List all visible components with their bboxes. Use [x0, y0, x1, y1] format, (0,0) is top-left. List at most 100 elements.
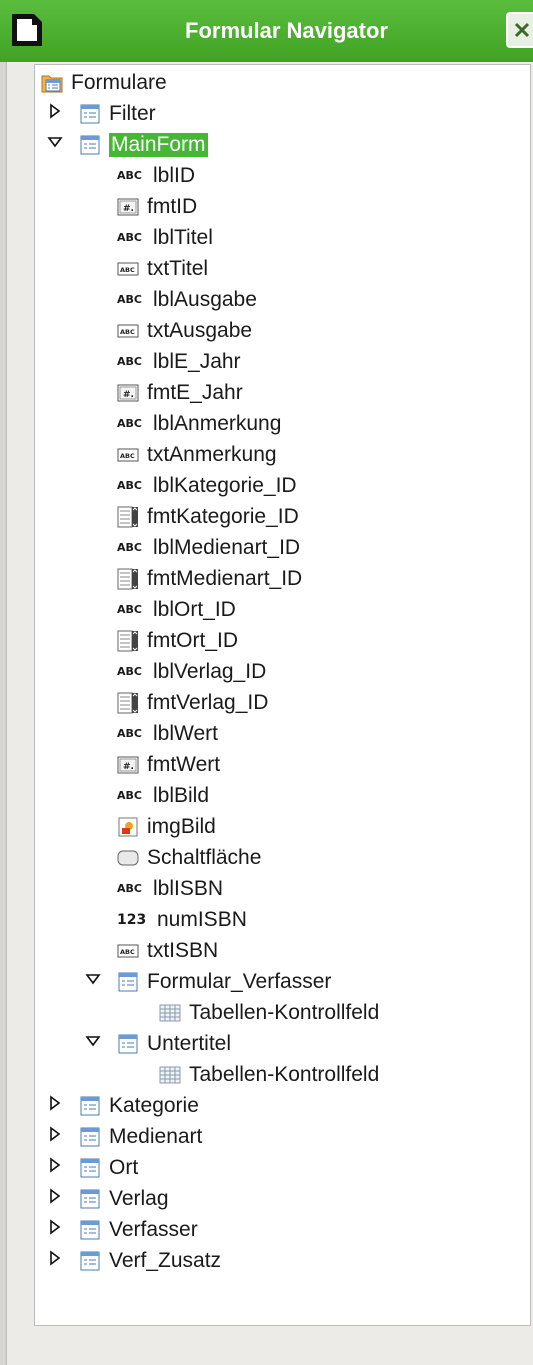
tree-item-label: Schaltfläche — [147, 845, 262, 869]
expand-arrow-icon[interactable] — [47, 1250, 63, 1266]
navigator-tree[interactable]: Formulare Filter MainForm ABC lblID #. fmtI… — [34, 64, 531, 1326]
window-left-edge — [0, 62, 7, 1365]
tree-item-subform[interactable]: Formular_Verfasser — [117, 966, 331, 997]
label-abc-icon: ABC — [117, 540, 142, 554]
label-abc-icon: ABC — [117, 292, 142, 306]
tree-item-control[interactable]: fmtKategorie_ID — [117, 501, 299, 532]
label-abc-icon: ABC — [117, 416, 142, 430]
formatted-field-icon: #. — [117, 756, 139, 773]
window-title: Formular Navigator — [185, 18, 388, 43]
tree-item-label: Medienart — [109, 1124, 203, 1148]
svg-text:ABC: ABC — [120, 452, 135, 460]
expand-arrow-icon[interactable] — [47, 1126, 63, 1142]
tree-item-control[interactable]: ABC txtAusgabe — [117, 315, 252, 346]
tree-item-control[interactable]: #. fmtE_Jahr — [117, 377, 243, 408]
svg-text:#.: #. — [123, 390, 134, 400]
tree-item-label: Verfasser — [109, 1217, 198, 1241]
form-icon — [80, 1158, 100, 1177]
tree-item-label: lblAnmerkung — [153, 411, 282, 435]
tree-item-table-control[interactable]: Tabellen-Kontrollfeld — [159, 997, 379, 1028]
tree-item-control[interactable]: ABC lblVerlag_ID — [117, 656, 266, 687]
form-icon — [80, 1220, 100, 1239]
form-icon — [80, 135, 100, 154]
tree-item-control[interactable]: ABC lblMedienart_ID — [117, 532, 300, 563]
tree-item-label: numISBN — [157, 907, 247, 931]
tree-item-label: fmtKategorie_ID — [147, 504, 299, 528]
label-abc-icon: ABC — [117, 478, 142, 492]
label-abc-icon: ABC — [117, 664, 142, 678]
tree-item-control[interactable]: 123 numISBN — [117, 904, 247, 935]
tree-item-label: fmtID — [147, 194, 198, 218]
label-abc-icon: ABC — [117, 168, 142, 182]
tree-item-control[interactable]: ABC txtISBN — [117, 935, 218, 966]
text-box-icon: ABC — [117, 262, 139, 275]
label-abc-icon: ABC — [117, 230, 142, 244]
tree-item-label: Verf_Zusatz — [109, 1248, 222, 1272]
collapse-arrow-icon[interactable] — [85, 1033, 101, 1049]
expand-arrow-icon[interactable] — [47, 1219, 63, 1235]
collapse-arrow-icon[interactable] — [47, 134, 63, 150]
list-box-icon — [117, 506, 138, 527]
table-control-icon — [159, 1004, 181, 1021]
tree-item-control[interactable]: #. fmtWert — [117, 749, 220, 780]
tree-root-formulare[interactable]: Formulare — [41, 67, 167, 98]
form-navigator-window: Formular Navigator Formulare Filter Main… — [0, 0, 533, 1365]
expand-arrow-icon[interactable] — [47, 1095, 63, 1111]
svg-text:#.: #. — [123, 204, 134, 214]
tree-item-label: lblVerlag_ID — [153, 659, 267, 683]
list-box-icon — [117, 630, 138, 651]
tree-item-control[interactable]: Schaltfläche — [117, 842, 261, 873]
tree-item-control[interactable]: ABC txtTitel — [117, 253, 208, 284]
close-icon — [514, 22, 530, 38]
tree-item-label: lblTitel — [153, 225, 213, 249]
tree-item-control[interactable]: ABC lblISBN — [117, 873, 223, 904]
tree-item-control[interactable]: ABC lblOrt_ID — [117, 594, 236, 625]
tree-item-control[interactable]: ABC lblAusgabe — [117, 284, 257, 315]
list-box-icon — [117, 568, 138, 589]
tree-item-subform[interactable]: Untertitel — [117, 1028, 231, 1059]
tree-item-control[interactable]: ABC lblWert — [117, 718, 218, 749]
tree-item-form[interactable]: Verf_Zusatz — [79, 1245, 221, 1276]
text-box-icon: ABC — [117, 324, 139, 337]
tree-item-control[interactable]: ABC lblTitel — [117, 222, 213, 253]
tree-item-control[interactable]: #. fmtID — [117, 191, 197, 222]
expand-arrow-icon[interactable] — [47, 1157, 63, 1173]
tree-item-control[interactable]: imgBild — [117, 811, 216, 842]
tree-item-control[interactable]: ABC txtAnmerkung — [117, 439, 277, 470]
close-button[interactable] — [506, 12, 533, 48]
tree-item-mainform[interactable]: MainForm — [79, 129, 208, 160]
tree-item-form[interactable]: Verfasser — [79, 1214, 198, 1245]
numeric-field-icon: 123 — [117, 911, 147, 928]
tree-item-form[interactable]: Verlag — [79, 1183, 169, 1214]
tree-item-label: lblMedienart_ID — [153, 535, 301, 559]
title-bar[interactable]: Formular Navigator — [0, 0, 533, 62]
label-abc-icon: ABC — [117, 788, 142, 802]
svg-text:ABC: ABC — [120, 328, 135, 336]
tree-item-form[interactable]: Kategorie — [79, 1090, 199, 1121]
tree-item-label: Verlag — [109, 1186, 169, 1210]
collapse-arrow-icon[interactable] — [85, 971, 101, 987]
tree-item-form[interactable]: Ort — [79, 1152, 138, 1183]
tree-item-control[interactable]: ABC lblBild — [117, 780, 209, 811]
tree-item-control[interactable]: ABC lblKategorie_ID — [117, 470, 297, 501]
tree-item-control[interactable]: ABC lblID — [117, 160, 195, 191]
expand-arrow-icon[interactable] — [47, 103, 63, 119]
image-control-icon — [118, 817, 138, 836]
label-abc-icon: ABC — [117, 354, 142, 368]
tree-item-control[interactable]: fmtVerlag_ID — [117, 687, 268, 718]
tree-item-label: Formulare — [71, 70, 167, 94]
tree-item-filter[interactable]: Filter — [79, 98, 156, 129]
text-box-icon: ABC — [117, 944, 139, 957]
form-icon — [80, 1189, 100, 1208]
tree-item-control[interactable]: fmtMedienart_ID — [117, 563, 302, 594]
push-button-icon — [117, 850, 139, 865]
expand-arrow-icon[interactable] — [47, 1188, 63, 1204]
tree-item-label: txtISBN — [147, 938, 219, 962]
tree-item-form[interactable]: Medienart — [79, 1121, 202, 1152]
tree-item-label: fmtWert — [147, 752, 221, 776]
tree-item-label: fmtOrt_ID — [147, 628, 239, 652]
tree-item-control[interactable]: ABC lblAnmerkung — [117, 408, 281, 439]
tree-item-control[interactable]: ABC lblE_Jahr — [117, 346, 241, 377]
tree-item-table-control[interactable]: Tabellen-Kontrollfeld — [159, 1059, 379, 1090]
tree-item-control[interactable]: fmtOrt_ID — [117, 625, 238, 656]
